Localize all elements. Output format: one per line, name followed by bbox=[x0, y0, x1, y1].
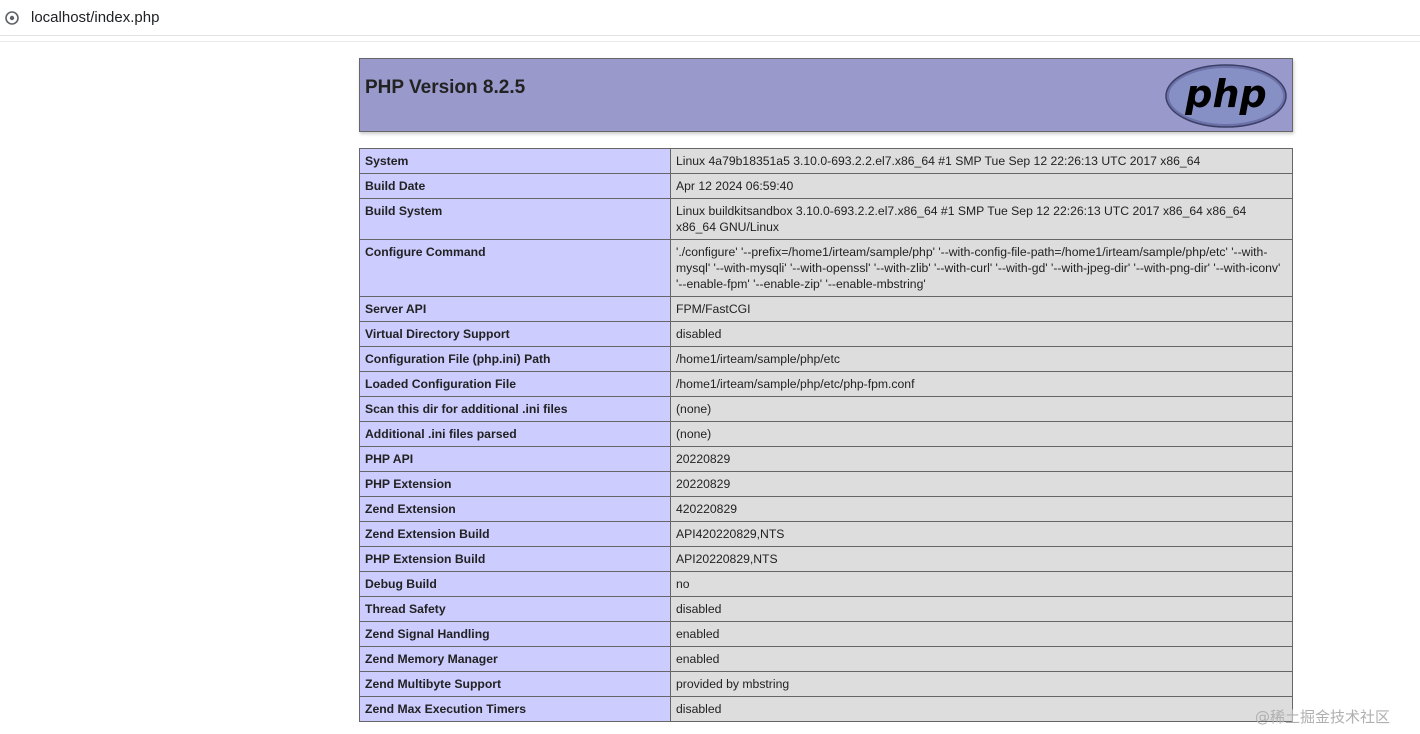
row-value: Apr 12 2024 06:59:40 bbox=[670, 173, 1293, 199]
table-row: PHP Extension Build API20220829,NTS bbox=[359, 546, 1293, 572]
row-value: disabled bbox=[670, 696, 1293, 722]
divider bbox=[0, 41, 1420, 42]
row-value: 20220829 bbox=[670, 471, 1293, 497]
row-value: API420220829,NTS bbox=[670, 521, 1293, 547]
row-key: Build Date bbox=[359, 173, 671, 199]
table-row: Zend Multibyte Support provided by mbstri… bbox=[359, 671, 1293, 697]
row-value: disabled bbox=[670, 321, 1293, 347]
row-key: Additional .ini files parsed bbox=[359, 421, 671, 447]
row-key: Build System bbox=[359, 198, 671, 240]
row-value: (none) bbox=[670, 421, 1293, 447]
table-row: Zend Extension Build API420220829,NTS bbox=[359, 521, 1293, 547]
table-row: Zend Max Execution Timers disabled bbox=[359, 696, 1293, 722]
row-key: Zend Multibyte Support bbox=[359, 671, 671, 697]
address-bar[interactable]: localhost/index.php bbox=[0, 0, 1420, 36]
globe-icon[interactable] bbox=[5, 11, 19, 25]
table-row: Configure Command './configure' '--prefix… bbox=[359, 239, 1293, 297]
row-value: enabled bbox=[670, 621, 1293, 647]
row-key: Loaded Configuration File bbox=[359, 371, 671, 397]
table-row: Additional .ini files parsed (none) bbox=[359, 421, 1293, 447]
row-key: PHP API bbox=[359, 446, 671, 472]
php-logo-icon[interactable]: php bbox=[1165, 64, 1287, 128]
table-row: PHP Extension 20220829 bbox=[359, 471, 1293, 497]
row-value: Linux 4a79b18351a5 3.10.0-693.2.2.el7.x8… bbox=[670, 148, 1293, 174]
row-key: Server API bbox=[359, 296, 671, 322]
table-row: Loaded Configuration File/home1/irteam/s… bbox=[359, 371, 1293, 397]
row-key: Zend Extension bbox=[359, 496, 671, 522]
row-key: Scan this dir for additional .ini files bbox=[359, 396, 671, 422]
table-row: Debug Build no bbox=[359, 571, 1293, 597]
url-text[interactable]: localhost/index.php bbox=[31, 9, 159, 26]
table-row: Zend Memory Manager enabled bbox=[359, 646, 1293, 672]
info-table: System Linux 4a79b18351a5 3.10.0-693.2.2.… bbox=[359, 148, 1293, 722]
page-title: PHP Version 8.2.5 bbox=[365, 77, 526, 98]
row-value: no bbox=[670, 571, 1293, 597]
row-value: 420220829 bbox=[670, 496, 1293, 522]
phpinfo-page: PHP Version 8.2.5 php System Linux 4a79b1… bbox=[359, 58, 1293, 722]
watermark: @稀土掘金技术社区 bbox=[1255, 708, 1391, 726]
table-row: Thread Safety disabled bbox=[359, 596, 1293, 622]
phpinfo-header: PHP Version 8.2.5 php bbox=[359, 58, 1293, 132]
row-key: Zend Extension Build bbox=[359, 521, 671, 547]
table-row: System Linux 4a79b18351a5 3.10.0-693.2.2.… bbox=[359, 148, 1293, 174]
table-row: Scan this dir for additional .ini files(… bbox=[359, 396, 1293, 422]
table-row: Virtual Directory Support disabled bbox=[359, 321, 1293, 347]
table-row: Build Date Apr 12 2024 06:59:40 bbox=[359, 173, 1293, 199]
table-row: Server API FPM/FastCGI bbox=[359, 296, 1293, 322]
row-value: API20220829,NTS bbox=[670, 546, 1293, 572]
table-row: Build System Linux buildkitsandbox 3.10.0… bbox=[359, 198, 1293, 240]
php-logo-text: php bbox=[1184, 72, 1266, 116]
row-value: /home1/irteam/sample/php/etc bbox=[670, 346, 1293, 372]
row-value: './configure' '--prefix=/home1/irteam/sa… bbox=[670, 239, 1293, 297]
row-value: (none) bbox=[670, 396, 1293, 422]
table-row: Configuration File (php.ini) Path/home1/… bbox=[359, 346, 1293, 372]
row-key: Configuration File (php.ini) Path bbox=[359, 346, 671, 372]
row-key: Configure Command bbox=[359, 239, 671, 297]
row-value: provided by mbstring bbox=[670, 671, 1293, 697]
table-row: Zend Signal Handling enabled bbox=[359, 621, 1293, 647]
row-key: PHP Extension bbox=[359, 471, 671, 497]
row-value: Linux buildkitsandbox 3.10.0-693.2.2.el7… bbox=[670, 198, 1293, 240]
row-value: enabled bbox=[670, 646, 1293, 672]
row-value: disabled bbox=[670, 596, 1293, 622]
row-value: 20220829 bbox=[670, 446, 1293, 472]
row-key: Debug Build bbox=[359, 571, 671, 597]
table-row: PHP API 20220829 bbox=[359, 446, 1293, 472]
row-key: Zend Memory Manager bbox=[359, 646, 671, 672]
row-key: PHP Extension Build bbox=[359, 546, 671, 572]
row-key: System bbox=[359, 148, 671, 174]
row-key: Virtual Directory Support bbox=[359, 321, 671, 347]
row-key: Zend Signal Handling bbox=[359, 621, 671, 647]
row-value: /home1/irteam/sample/php/etc/php-fpm.con… bbox=[670, 371, 1293, 397]
row-value: FPM/FastCGI bbox=[670, 296, 1293, 322]
row-key: Thread Safety bbox=[359, 596, 671, 622]
row-key: Zend Max Execution Timers bbox=[359, 696, 671, 722]
table-row: Zend Extension 420220829 bbox=[359, 496, 1293, 522]
